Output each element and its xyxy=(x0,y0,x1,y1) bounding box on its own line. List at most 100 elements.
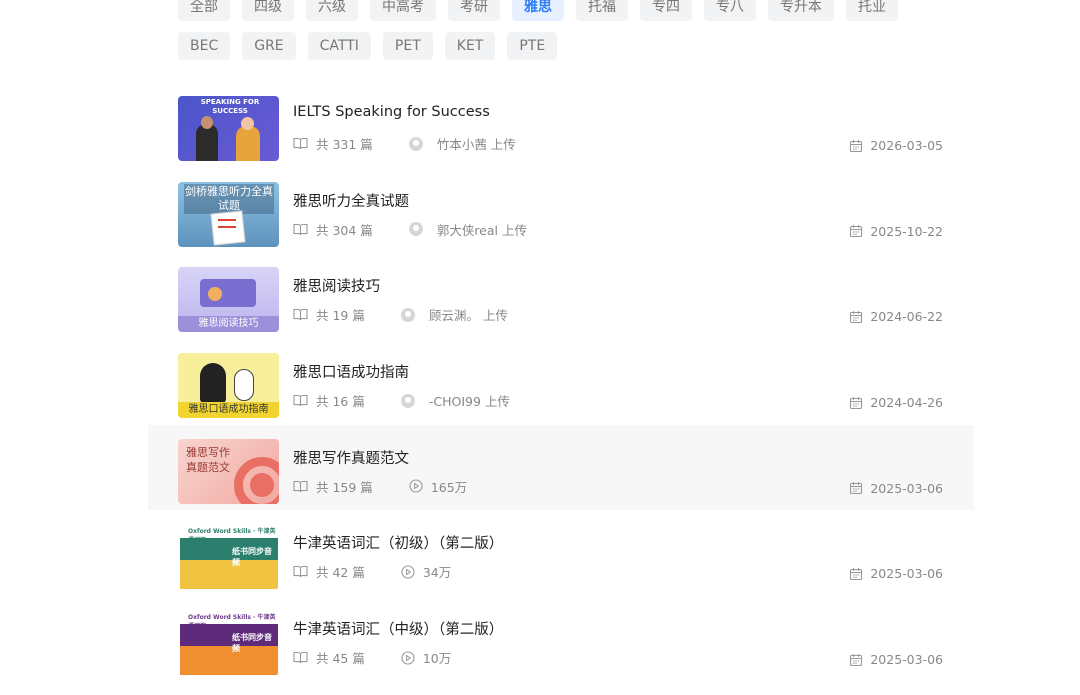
filter-tag[interactable]: 专升本 xyxy=(768,0,834,21)
filter-tag[interactable]: KET xyxy=(444,32,496,60)
course-meta: 共 45 篇 10万 xyxy=(293,648,451,667)
course-meta: 共 16 篇 -CHOI99 上传 xyxy=(293,391,510,410)
publish-date: 2024-04-26 xyxy=(849,395,943,410)
publish-date: 2025-10-22 xyxy=(849,224,943,239)
avatar xyxy=(400,393,415,408)
course-cover-image[interactable]: 雅思阅读技巧 xyxy=(178,267,279,333)
filter-tag[interactable]: 托福 xyxy=(576,0,628,21)
date-text: 2025-03-06 xyxy=(870,480,943,496)
course-item[interactable]: Oxford Word Skills · 牛津英语词汇纸书同步音频牛津英语词汇（… xyxy=(148,596,974,682)
date-text: 2026-03-05 xyxy=(870,138,943,153)
publish-date: 2025-03-06 xyxy=(849,566,943,581)
filter-tag[interactable]: BEC xyxy=(178,32,231,60)
course-title[interactable]: 雅思阅读技巧 xyxy=(293,275,380,296)
date-text: 2025-03-06 xyxy=(870,566,943,582)
course-item[interactable]: Oxford Word Skills · 牛津英语词汇纸书同步音频牛津英语词汇（… xyxy=(148,510,974,596)
course-meta: 共 159 篇 165万 xyxy=(293,477,467,496)
course-title[interactable]: 牛津英语词汇（初级）（第二版） xyxy=(293,532,503,553)
cover-text: 剑桥雅思听力全真试题 xyxy=(185,184,273,212)
publish-date: 2024-06-22 xyxy=(849,309,943,324)
article-count: 共 304 篇 xyxy=(316,222,373,238)
calendar-icon xyxy=(849,567,863,581)
filter-tag[interactable]: 四级 xyxy=(242,0,294,21)
date-text: 2024-04-26 xyxy=(870,395,943,411)
course-item[interactable]: 剑桥雅思听力全真试题 雅思听力全真试题共 304 篇 郭大侠real 上传 2025-… xyxy=(148,168,974,254)
course-item[interactable]: 雅思写作真题范文 雅思写作真题范文共 159 篇 165万 2025-03-06 xyxy=(148,424,974,511)
article-count: 共 16 篇 xyxy=(316,394,365,410)
calendar-icon xyxy=(849,396,863,410)
avatar xyxy=(408,222,423,237)
course-title[interactable]: 雅思听力全真试题 xyxy=(293,190,409,211)
book-icon xyxy=(293,565,308,578)
article-count: 共 42 篇 xyxy=(316,565,365,581)
course-item[interactable]: 雅思口语成功指南 雅思口语成功指南共 16 篇 -CHOI99 上传 2024-04-… xyxy=(148,339,974,425)
date-text: 2025-10-22 xyxy=(870,223,943,239)
course-meta: 共 331 篇 竹本小茜 上传 xyxy=(293,134,516,153)
calendar-icon xyxy=(849,310,863,324)
course-title[interactable]: 雅思写作真题范文 xyxy=(293,447,409,468)
calendar-icon xyxy=(849,224,863,238)
course-cover-image[interactable]: 雅思写作真题范文 xyxy=(178,438,279,504)
course-meta: 共 304 篇 郭大侠real 上传 xyxy=(293,220,527,239)
article-count: 共 331 篇 xyxy=(316,137,373,152)
filter-tag[interactable]: PET xyxy=(382,32,433,60)
calendar-icon xyxy=(849,139,863,153)
book-icon xyxy=(293,480,308,493)
calendar-icon xyxy=(849,653,863,667)
course-cover-image[interactable]: SPEAKING FOR SUCCESS xyxy=(178,96,279,161)
play-icon xyxy=(401,565,415,579)
calendar-icon xyxy=(849,481,863,495)
cover-text: SPEAKING FOR SUCCESS xyxy=(200,98,260,115)
cover-text: 雅思阅读技巧 xyxy=(198,318,259,330)
article-count: 共 19 篇 xyxy=(316,308,365,324)
uploader-name: 郭大侠real 上传 xyxy=(436,222,527,238)
cover-text: 雅思写作真题范文 xyxy=(186,445,230,474)
course-title[interactable]: 雅思口语成功指南 xyxy=(293,361,409,382)
filter-tag[interactable]: GRE xyxy=(242,32,296,60)
book-icon xyxy=(293,394,308,407)
publish-date: 2026-03-05 xyxy=(849,138,943,153)
filter-row-1: 全部 四级 六级 中高考 考研 雅思 托福 专四 专八 专升本 托业 xyxy=(178,0,898,21)
book-icon xyxy=(293,137,308,150)
filter-tag[interactable]: 托业 xyxy=(846,0,898,21)
filter-row-2: BEC GRE CATTI PET KET PTE xyxy=(178,32,558,60)
uploader-name: 顾云渊。 上传 xyxy=(428,308,508,324)
filter-tag[interactable]: 专八 xyxy=(704,0,756,21)
course-title[interactable]: IELTS Speaking for Success xyxy=(293,104,490,120)
uploader-name: 竹本小茜 上传 xyxy=(436,137,516,152)
filter-tag[interactable]: 专四 xyxy=(640,0,692,21)
play-count: 165万 xyxy=(430,479,468,495)
course-cover-image[interactable]: 剑桥雅思听力全真试题 xyxy=(178,181,279,247)
course-list: SPEAKING FOR SUCCESS IELTS Speaking for S… xyxy=(148,82,974,682)
course-meta: 共 42 篇 34万 xyxy=(293,562,451,581)
play-icon xyxy=(401,651,415,665)
course-cover-image[interactable]: 雅思口语成功指南 xyxy=(178,353,279,419)
filter-tag[interactable]: PTE xyxy=(507,32,558,60)
uploader-name: -CHOI99 上传 xyxy=(428,394,510,410)
filter-tag-active[interactable]: 雅思 xyxy=(512,0,564,21)
course-title[interactable]: 牛津英语词汇（中级）（第二版） xyxy=(293,618,503,639)
play-icon xyxy=(409,479,423,493)
publish-date: 2025-03-06 xyxy=(849,652,943,667)
cover-text: 雅思口语成功指南 xyxy=(188,404,269,416)
filter-tag[interactable]: 六级 xyxy=(306,0,358,21)
play-count: 34万 xyxy=(422,565,452,581)
course-item[interactable]: 雅思阅读技巧 雅思阅读技巧共 19 篇顾云渊。 上传 2024-06-22 xyxy=(148,253,974,339)
filter-tag[interactable]: 考研 xyxy=(448,0,500,21)
date-text: 2025-03-06 xyxy=(870,652,943,668)
course-cover-image[interactable]: Oxford Word Skills · 牛津英语词汇纸书同步音频 xyxy=(178,524,279,590)
book-icon xyxy=(293,308,308,321)
play-count: 10万 xyxy=(422,651,452,667)
book-icon xyxy=(293,651,308,664)
publish-date: 2025-03-06 xyxy=(849,481,943,496)
course-cover-image[interactable]: Oxford Word Skills · 牛津英语词汇纸书同步音频 xyxy=(178,610,279,676)
filter-tag[interactable]: 中高考 xyxy=(370,0,436,21)
date-text: 2024-06-22 xyxy=(870,309,943,325)
filter-tag[interactable]: 全部 xyxy=(178,0,230,21)
book-icon xyxy=(293,223,308,236)
filter-tag[interactable]: CATTI xyxy=(307,32,371,60)
avatar xyxy=(400,307,415,322)
course-item[interactable]: SPEAKING FOR SUCCESS IELTS Speaking for S… xyxy=(148,82,974,168)
course-meta: 共 19 篇 顾云渊。 上传 xyxy=(293,305,508,324)
article-count: 共 45 篇 xyxy=(316,651,365,667)
